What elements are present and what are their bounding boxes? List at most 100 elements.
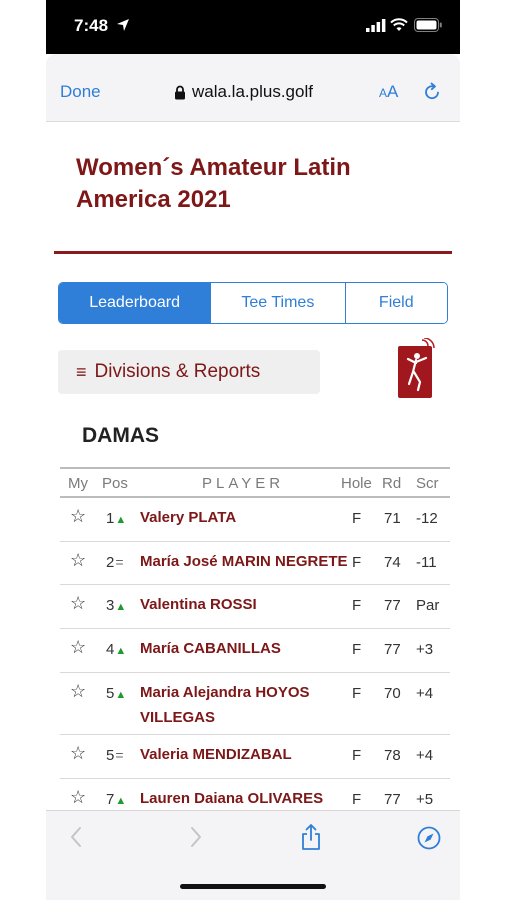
move-up-icon: ▲ — [115, 795, 127, 807]
player-name[interactable]: Valentina ROSSI — [140, 592, 257, 617]
table-row[interactable]: ☆ 1▲ Valery PLATA F 71 -12 — [60, 498, 450, 542]
hole: F — [352, 747, 362, 764]
player-name[interactable]: Maria Alejandra HOYOS VILLEGAS — [140, 680, 310, 730]
favorite-star-icon[interactable]: ☆ — [70, 506, 86, 527]
done-button[interactable]: Done — [60, 82, 101, 102]
table-row[interactable]: ☆ 5▲ Maria Alejandra HOYOS VILLEGAS F 70 … — [60, 673, 450, 735]
position-value: 3 — [106, 597, 115, 614]
favorite-star-icon[interactable]: ☆ — [70, 681, 86, 702]
share-icon[interactable] — [300, 823, 322, 851]
table-row[interactable]: ☆ 5= Valeria MENDIZABAL F 78 +4 — [60, 735, 450, 779]
text-size-large-label: A — [387, 82, 399, 101]
status-bar: 7:48 — [46, 0, 460, 54]
phone-screen: 7:48 Done wala.la.plus.golf AA Women´s A… — [46, 0, 460, 900]
player-name-text: María CABANILLAS — [140, 640, 281, 657]
back-icon[interactable] — [68, 825, 84, 849]
player-name[interactable]: Lauren Daiana OLIVARES — [140, 786, 323, 810]
position-value: 5 — [106, 685, 115, 702]
table-row[interactable]: ☆ 4▲ María CABANILLAS F 77 +3 — [60, 629, 450, 673]
move-up-icon: ▲ — [115, 601, 127, 613]
player-name[interactable]: María José MARIN NEGRETE — [140, 549, 348, 574]
player-name-text: Valery PLATA — [140, 509, 237, 526]
favorite-star-icon[interactable]: ☆ — [70, 787, 86, 808]
move-same-icon: = — [115, 747, 124, 763]
cellular-signal-icon — [366, 19, 386, 32]
position: 5= — [106, 747, 124, 764]
position-value: 5 — [106, 747, 115, 764]
page-title: Women´s Amateur Latin America 2021 — [76, 154, 351, 213]
move-up-icon: ▲ — [115, 514, 127, 526]
total-score: +5 — [416, 791, 434, 808]
player-name-text: María José MARIN NEGRETE — [140, 553, 348, 570]
round-score: 77 — [384, 641, 401, 658]
position-value: 4 — [106, 641, 115, 658]
forward-icon[interactable] — [188, 825, 204, 849]
favorite-star-icon[interactable]: ☆ — [70, 637, 86, 658]
position-value: 2 — [106, 554, 115, 571]
hole: F — [352, 597, 362, 614]
position-value: 1 — [106, 510, 115, 527]
player-name-text: Lauren Daiana OLIVARES — [140, 790, 324, 807]
status-time: 7:48 — [74, 16, 109, 35]
position: 4▲ — [106, 641, 126, 658]
home-indicator[interactable] — [180, 884, 326, 889]
favorite-star-icon[interactable]: ☆ — [70, 593, 86, 614]
page-content: Women´s Amateur Latin America 2021 Leade… — [46, 122, 460, 810]
title-divider — [54, 251, 452, 254]
position: 1▲ — [106, 510, 126, 527]
header-pos: Pos — [102, 475, 128, 492]
total-score: +4 — [416, 685, 434, 702]
leaderboard-table: My Pos PLAYER Hole Rd Scr ☆ 1▲ Valery PL… — [60, 467, 450, 810]
position-value: 7 — [106, 791, 115, 808]
header-hole: Hole — [341, 475, 372, 492]
golf-app-logo — [398, 338, 435, 398]
position: 2= — [106, 554, 124, 571]
browser-address-bar: Done wala.la.plus.golf AA — [46, 54, 460, 122]
browser-toolbar — [46, 810, 460, 900]
view-tabs: Leaderboard Tee Times Field — [58, 282, 448, 324]
player-name[interactable]: María CABANILLAS — [140, 636, 281, 661]
favorite-star-icon[interactable]: ☆ — [70, 550, 86, 571]
division-title: DAMAS — [82, 424, 159, 447]
hole: F — [352, 510, 362, 527]
player-name-text: Valentina ROSSI — [140, 596, 257, 613]
header-scr: Scr — [416, 475, 439, 492]
player-name[interactable]: Valeria MENDIZABAL — [140, 742, 292, 767]
hole: F — [352, 685, 362, 702]
table-row[interactable]: ☆ 7▲ Lauren Daiana OLIVARES F 77 +5 — [60, 779, 450, 810]
text-size-button[interactable]: AA — [379, 82, 398, 102]
compass-icon[interactable] — [417, 826, 441, 850]
url-field[interactable]: wala.la.plus.golf — [192, 82, 313, 102]
reload-icon[interactable] — [422, 82, 442, 102]
hole: F — [352, 641, 362, 658]
location-arrow-icon — [117, 19, 129, 31]
position: 7▲ — [106, 791, 126, 808]
total-score: -11 — [416, 554, 437, 571]
round-score: 71 — [384, 510, 401, 527]
move-same-icon: = — [115, 554, 124, 570]
round-score: 78 — [384, 747, 401, 764]
tab-tee-times[interactable]: Tee Times — [211, 283, 346, 323]
divisions-reports-button[interactable]: ≡ Divisions & Reports — [58, 350, 320, 394]
text-size-small-label: A — [379, 86, 388, 100]
favorite-star-icon[interactable]: ☆ — [70, 743, 86, 764]
divisions-reports-label: Divisions & Reports — [94, 361, 261, 382]
hole: F — [352, 554, 362, 571]
total-score: +4 — [416, 747, 434, 764]
player-name[interactable]: Valery PLATA — [140, 505, 236, 530]
round-score: 77 — [384, 791, 401, 808]
player-name-text: Maria Alejandra HOYOS — [140, 684, 310, 701]
position: 3▲ — [106, 597, 126, 614]
table-header: My Pos PLAYER Hole Rd Scr — [60, 467, 450, 498]
hole: F — [352, 791, 362, 808]
move-up-icon: ▲ — [115, 645, 127, 657]
player-name-text-line2: VILLEGAS — [140, 709, 216, 726]
tab-field[interactable]: Field — [345, 283, 447, 323]
total-score: Par — [416, 597, 440, 614]
lock-icon — [175, 85, 185, 100]
player-name-text: Valeria MENDIZABAL — [140, 746, 292, 763]
table-row[interactable]: ☆ 3▲ Valentina ROSSI F 77 Par — [60, 585, 450, 629]
total-score: +3 — [416, 641, 434, 658]
tab-leaderboard[interactable]: Leaderboard — [59, 283, 212, 323]
table-row[interactable]: ☆ 2= María José MARIN NEGRETE F 74 -11 — [60, 542, 450, 585]
